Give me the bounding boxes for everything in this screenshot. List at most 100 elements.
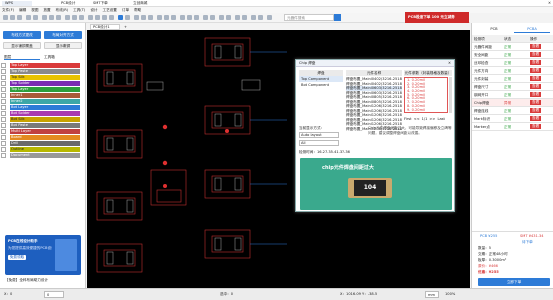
layer-visibility-checkbox[interactable] xyxy=(1,93,6,98)
route-mode-button[interactable]: 布线方式更改 xyxy=(3,31,41,39)
copy-icon[interactable] xyxy=(49,15,54,20)
pager-prev[interactable]: << xyxy=(414,117,420,121)
part-row[interactable]: 焊盘布置_Mainl1206(3216-2518ml) xyxy=(346,113,402,118)
status-input[interactable]: 0 xyxy=(44,291,64,298)
check-row[interactable]: Mark标识 正常 查看 xyxy=(472,115,553,123)
check-row[interactable]: 元器件间距 正常 查看 xyxy=(472,43,553,51)
layer-item[interactable]: Bot Silk xyxy=(10,117,80,122)
via-icon[interactable] xyxy=(109,15,114,20)
promo-banner[interactable]: PCB极速下单 100 元立减券 xyxy=(405,12,469,23)
part-row[interactable]: 焊盘布置_Mainl0603(3216-2518ml) xyxy=(346,86,402,91)
view-button[interactable]: 查看 xyxy=(530,116,542,121)
part-row[interactable]: 焊盘布置_Mainl0805(3216-2518ml) xyxy=(346,95,402,100)
line-icon[interactable] xyxy=(88,15,93,20)
part-row[interactable]: 焊盘布置_Mainl0402(3216-2518ml) xyxy=(346,77,402,82)
view-button[interactable]: 查看 xyxy=(530,76,542,81)
3d-icon[interactable] xyxy=(187,15,192,20)
pager-last[interactable]: Last xyxy=(437,117,445,121)
layer-item[interactable]: Top Paste xyxy=(10,69,80,74)
layer-visibility-checkbox[interactable] xyxy=(1,129,6,134)
ad-card[interactable]: PCB在线设计助手 为您提供高效便捷的PCB设计服务 免费领取 xyxy=(5,235,81,275)
layer-visibility-checkbox[interactable] xyxy=(1,153,6,158)
layer-item[interactable]: Outline xyxy=(10,147,80,152)
lock-icon[interactable] xyxy=(219,15,224,20)
unit-select[interactable]: mm xyxy=(425,291,439,298)
rule-icon[interactable] xyxy=(235,15,240,20)
drc-icon[interactable] xyxy=(180,15,185,20)
view-button[interactable]: 查看 xyxy=(530,108,542,113)
layer-visibility-checkbox[interactable] xyxy=(1,99,6,104)
layer-item[interactable]: Inner2 xyxy=(10,99,80,104)
zoom-level[interactable]: 100% xyxy=(445,292,455,296)
polygon-icon[interactable] xyxy=(148,15,153,20)
view-button[interactable]: 查看 xyxy=(530,60,542,65)
redo-icon[interactable] xyxy=(33,15,38,20)
layer-visibility-checkbox[interactable] xyxy=(1,147,6,152)
layer-item[interactable]: Bot Paste xyxy=(10,123,80,128)
open-icon[interactable] xyxy=(10,15,15,20)
layer-visibility-checkbox[interactable] xyxy=(1,111,6,116)
view-button[interactable]: 查看 xyxy=(530,92,542,97)
value-scrollbar[interactable] xyxy=(449,77,452,113)
move-icon[interactable] xyxy=(125,15,130,20)
new-icon[interactable] xyxy=(3,15,8,20)
text-icon[interactable] xyxy=(164,15,169,20)
layer-icon[interactable] xyxy=(194,15,199,20)
zoom-out-icon[interactable] xyxy=(72,15,77,20)
show-copper-cover-button[interactable]: 显示铺铜覆盖 xyxy=(3,42,41,49)
layer-visibility-checkbox[interactable] xyxy=(1,105,6,110)
layer-visibility-checkbox[interactable] xyxy=(1,63,6,68)
layer-item[interactable]: Multi Layer xyxy=(10,129,80,134)
check-row[interactable]: 焊盘连线 正常 查看 xyxy=(472,107,553,115)
ad-footer[interactable]: 【免费】全科布局助力设计 xyxy=(5,278,83,283)
layer-visibility-checkbox[interactable] xyxy=(1,123,6,128)
grid-icon[interactable] xyxy=(226,15,231,20)
layer-item[interactable]: Drill xyxy=(10,141,80,146)
image-icon[interactable] xyxy=(171,15,176,20)
settings-icon[interactable] xyxy=(267,15,272,20)
cut-icon[interactable] xyxy=(42,15,47,20)
view-button[interactable]: 查看 xyxy=(530,100,542,105)
check-row[interactable]: Chip焊盘 异常 查看 xyxy=(472,99,553,107)
check-row[interactable]: 丝印检查 正常 查看 xyxy=(472,59,553,67)
track-icon[interactable] xyxy=(141,15,146,20)
layer-visibility-checkbox[interactable] xyxy=(1,87,6,92)
layer-item[interactable]: Top Layer xyxy=(10,87,80,92)
component-search-input[interactable]: 元器件搜索 xyxy=(284,14,334,21)
select-icon[interactable] xyxy=(118,15,123,20)
bom-icon[interactable] xyxy=(258,15,263,20)
layer-item[interactable]: Top Solder xyxy=(10,81,80,86)
layer-item[interactable]: Document xyxy=(10,153,80,158)
order-tab-smt[interactable]: SMT ¥431.34 xyxy=(520,234,544,238)
check-row[interactable]: 安全间距 正常 查看 xyxy=(472,51,553,59)
view-button[interactable]: 查看 xyxy=(530,68,542,73)
list-item[interactable]: Bot Component xyxy=(299,82,343,88)
part-row[interactable]: 焊盘布置_Mainl1206(3216-2518ml) xyxy=(346,104,402,109)
align-icon[interactable] xyxy=(203,15,208,20)
check-row[interactable]: 元件封装 正常 查看 xyxy=(472,75,553,83)
layer-item[interactable]: Top Layer xyxy=(10,63,80,68)
tab-layers[interactable]: 图层 xyxy=(4,54,40,60)
layer-item[interactable]: Bot Layer xyxy=(10,105,80,110)
show-copper-button[interactable]: 显示敷铜 xyxy=(44,42,82,49)
value-row[interactable]: 9. 0.20mil xyxy=(407,108,445,113)
tab-pcba[interactable]: PCBA xyxy=(514,26,550,33)
layer-visibility-checkbox[interactable] xyxy=(1,69,6,74)
view-button[interactable]: 查看 xyxy=(530,44,542,49)
rect-icon[interactable] xyxy=(102,15,107,20)
layer-visibility-checkbox[interactable] xyxy=(1,117,6,122)
tab-toolbox[interactable]: 工具箱 xyxy=(44,54,80,60)
layer-item[interactable]: Top Silk xyxy=(10,75,80,80)
pager-next[interactable]: >> xyxy=(429,117,435,121)
layer-visibility-checkbox[interactable] xyxy=(1,75,6,80)
layer-visibility-checkbox[interactable] xyxy=(1,135,6,140)
layer-visibility-checkbox[interactable] xyxy=(1,141,6,146)
view-button[interactable]: 查看 xyxy=(530,52,542,57)
layer-item[interactable]: Inner1 xyxy=(10,93,80,98)
tab-pcb-design[interactable]: PCB设计 xyxy=(58,1,82,6)
filter-select[interactable]: All xyxy=(299,140,339,146)
undo-icon[interactable] xyxy=(26,15,31,20)
measure-icon[interactable] xyxy=(157,15,162,20)
layer-item[interactable]: Bot Solder xyxy=(10,111,80,116)
pad-icon[interactable] xyxy=(134,15,139,20)
